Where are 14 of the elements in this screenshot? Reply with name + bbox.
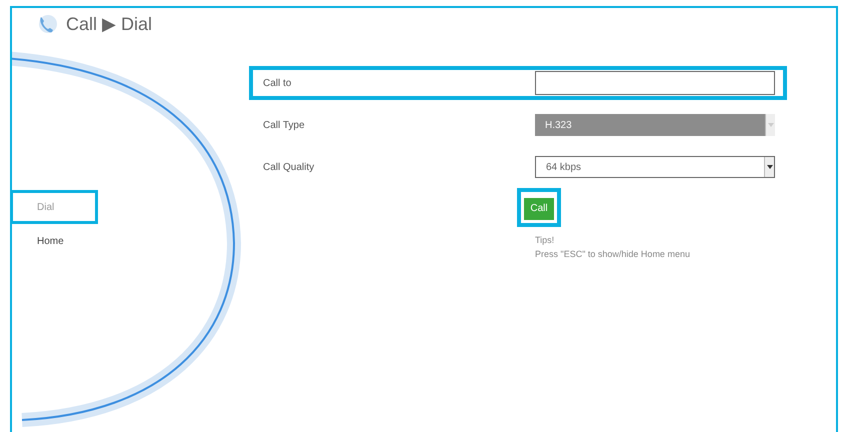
menu-item[interactable]: Home: [12, 224, 100, 258]
field-label: Call Quality: [263, 160, 316, 174]
tip-text: Tips!: [535, 234, 556, 246]
field-label: Call Type: [263, 118, 306, 132]
page-title: Call ▶ Dial: [66, 12, 152, 36]
phone-icon: [36, 13, 58, 35]
input-field[interactable]: [535, 71, 775, 95]
caret-icon: [765, 114, 775, 136]
caret-icon: [764, 157, 774, 177]
field-label: Call to: [263, 76, 292, 90]
dropdown[interactable]: 64 kbps: [535, 156, 775, 178]
tip-text: Press "ESC" to show/hide Home menu: [535, 248, 691, 260]
menu-item[interactable]: Dial: [12, 190, 98, 224]
call-button[interactable]: Call: [524, 198, 554, 220]
